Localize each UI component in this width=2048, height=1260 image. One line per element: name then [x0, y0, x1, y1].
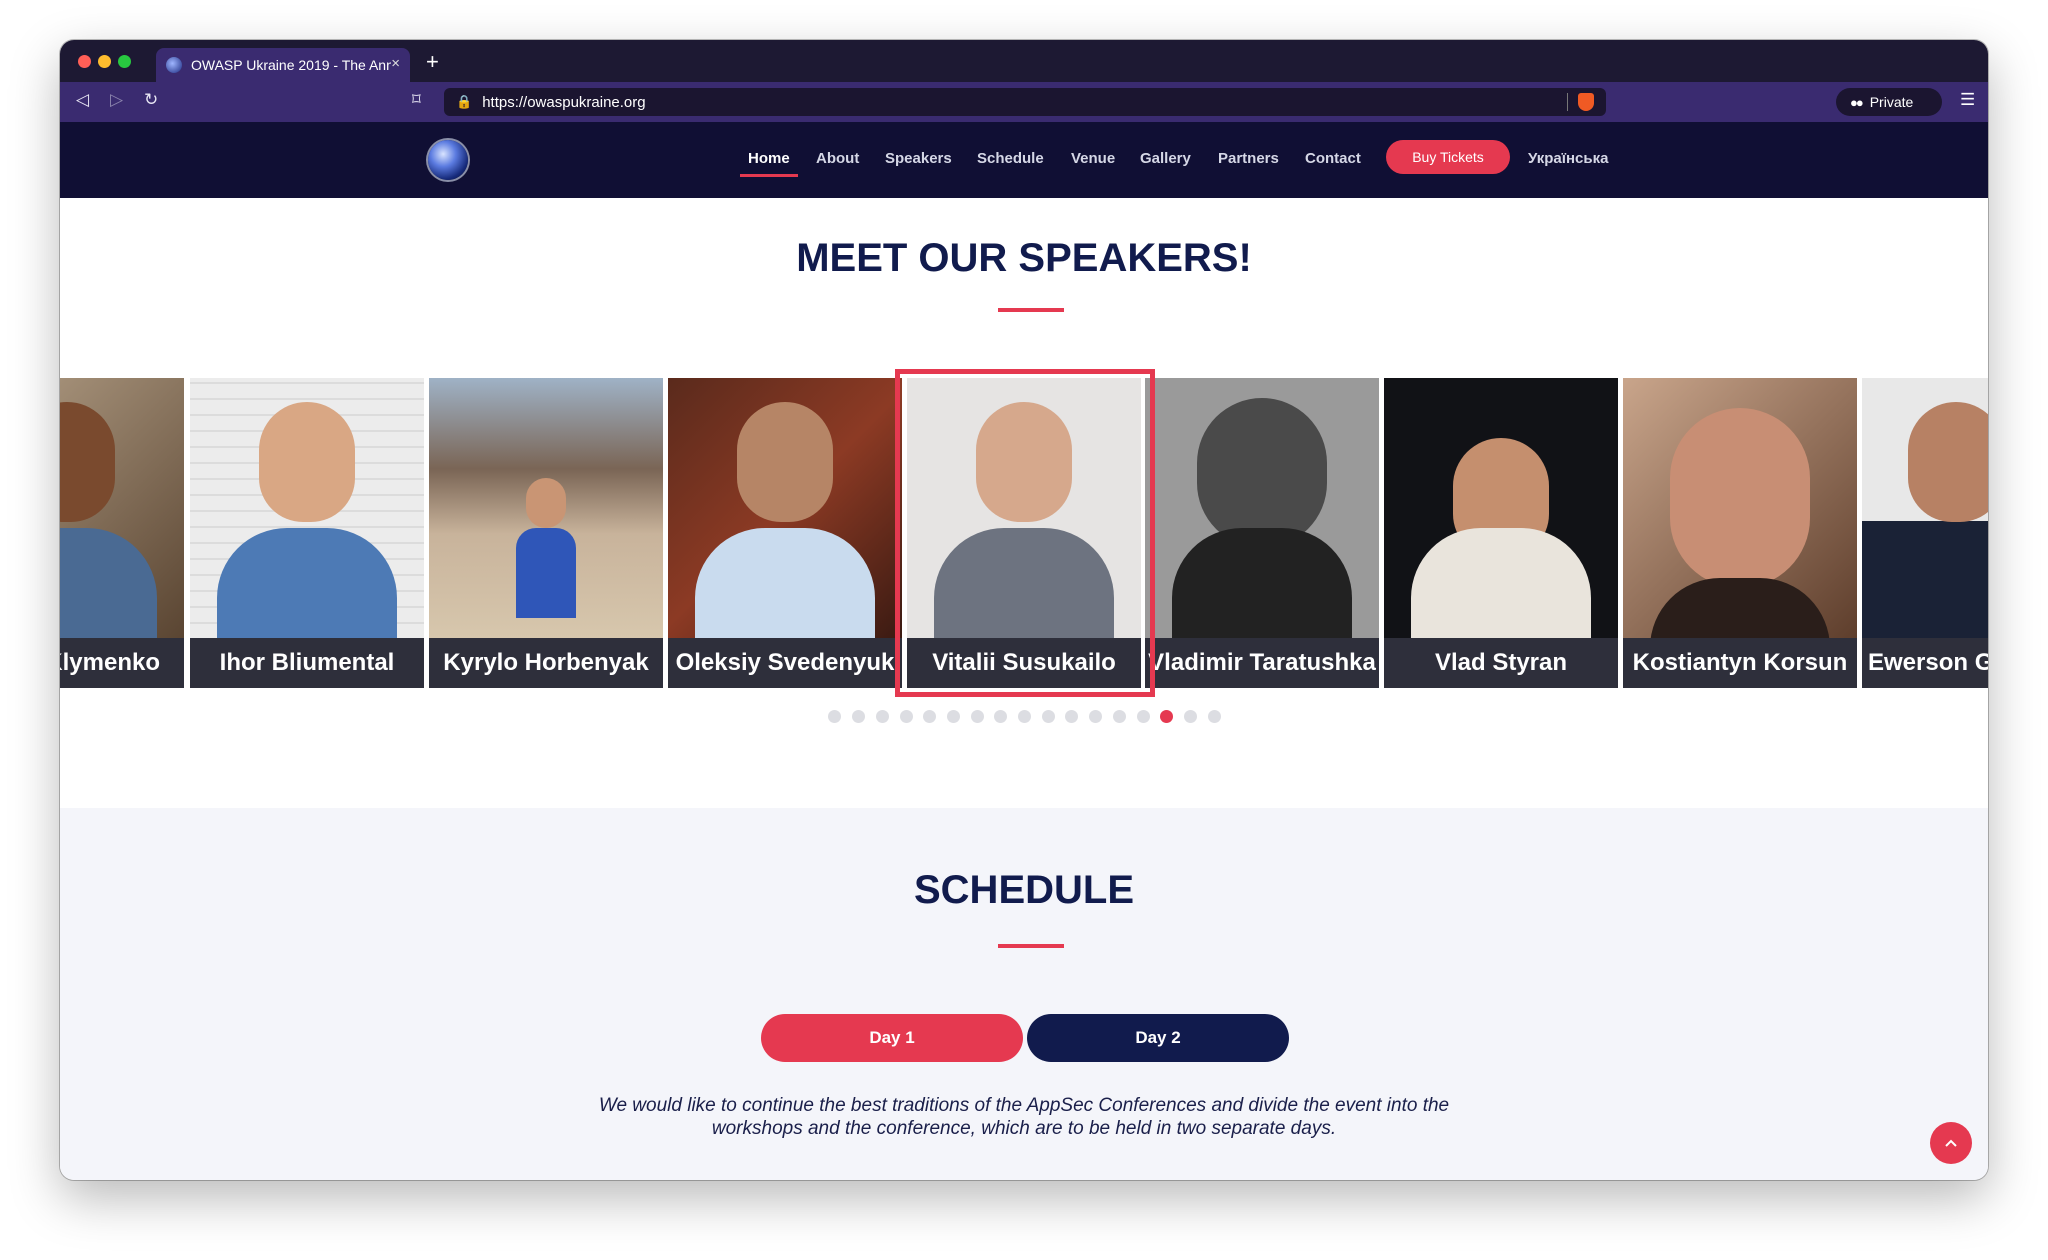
speakers-title: MEET OUR SPEAKERS! — [796, 236, 1252, 280]
speaker-photo — [526, 478, 566, 528]
url-text: https://owaspukraine.org — [482, 93, 646, 111]
bookmark-icon[interactable]: ⌑ — [412, 90, 421, 110]
speaker-name: Vlad Styran — [1384, 638, 1618, 688]
nav-venue[interactable]: Venue — [1071, 150, 1115, 167]
speaker-name: Kyrylo Horbenyak — [429, 638, 663, 688]
schedule-title: SCHEDULE — [913, 868, 1135, 912]
carousel-dot[interactable] — [1136, 710, 1150, 723]
chevron-up-icon — [1945, 1139, 1957, 1147]
schedule-title-underline — [998, 944, 1064, 948]
speaker-name: Ihor Bliumental — [190, 638, 424, 688]
back-icon[interactable]: ◁ — [76, 90, 89, 110]
speaker-card[interactable]: Ihor Bliumental — [190, 378, 424, 688]
carousel-dot[interactable] — [1089, 710, 1103, 723]
tab-close-icon[interactable]: × — [391, 55, 400, 72]
carousel-dot[interactable] — [828, 710, 842, 723]
minimize-window-button[interactable] — [98, 55, 111, 68]
nav-about[interactable]: About — [816, 150, 859, 167]
speaker-photo — [976, 402, 1072, 522]
url-divider — [1567, 93, 1568, 111]
carousel-dot[interactable] — [899, 710, 913, 723]
speaker-card[interactable]: Vlad Styran — [1384, 378, 1618, 688]
carousel-dot-active[interactable] — [1160, 710, 1174, 723]
speaker-name: Ewerson G — [1862, 638, 1988, 688]
private-badge[interactable]: ●● Private — [1836, 88, 1942, 116]
carousel-dot[interactable] — [994, 710, 1008, 723]
browser-toolbar: ◁ ▷ ↻ ⌑ 🔒 https://owaspukraine.org ●● Pr… — [60, 82, 1988, 122]
carousel-dot[interactable] — [875, 710, 889, 723]
address-bar[interactable]: 🔒 https://owaspukraine.org — [444, 88, 1606, 116]
speakers-carousel[interactable]: Klymenko Ihor Bliumental Kyrylo Horbenya… — [60, 378, 1988, 688]
carousel-dot[interactable] — [852, 710, 866, 723]
buy-tickets-button[interactable]: Buy Tickets — [1386, 140, 1510, 174]
speaker-photo — [1670, 408, 1810, 588]
carousel-dot[interactable] — [1041, 710, 1055, 723]
speakers-section: MEET OUR SPEAKERS! Klymenko Ihor Bliumen… — [60, 198, 1988, 808]
carousel-dot[interactable] — [1112, 710, 1126, 723]
schedule-description: We would like to continue the best tradi… — [598, 1095, 1450, 1139]
speakers-title-underline — [998, 308, 1064, 312]
speaker-card[interactable]: Ewerson G — [1862, 378, 1988, 688]
nav-partners[interactable]: Partners — [1218, 150, 1279, 167]
carousel-dot[interactable] — [1065, 710, 1079, 723]
forward-icon[interactable]: ▷ — [110, 90, 123, 110]
reload-icon[interactable]: ↻ — [144, 90, 158, 110]
carousel-dot[interactable] — [946, 710, 960, 723]
scroll-to-top-button[interactable] — [1930, 1122, 1972, 1164]
speaker-card-highlighted[interactable]: Vitalii Susukailo — [907, 378, 1141, 688]
private-label: Private — [1869, 94, 1914, 110]
speaker-photo — [1197, 398, 1327, 548]
speaker-card[interactable]: Kostiantyn Korsun — [1623, 378, 1857, 688]
new-tab-button[interactable]: + — [426, 49, 439, 75]
carousel-dot[interactable] — [1183, 710, 1197, 723]
tab-title: OWASP Ukraine 2019 - The Annual — [191, 57, 391, 73]
brave-shield-icon[interactable] — [1578, 93, 1594, 111]
site-header: Home About Speakers Schedule Venue Galle… — [60, 122, 1988, 198]
tab-bar: OWASP Ukraine 2019 - The Annual × + — [60, 40, 1988, 82]
speaker-name: Oleksiy Svedenyuk — [668, 638, 902, 688]
nav-speakers[interactable]: Speakers — [885, 150, 952, 167]
nav-home[interactable]: Home — [748, 150, 790, 167]
nav-language[interactable]: Українська — [1528, 150, 1608, 167]
browser-tab[interactable]: OWASP Ukraine 2019 - The Annual × — [156, 48, 410, 82]
speaker-card[interactable]: Kyrylo Horbenyak — [429, 378, 663, 688]
zoom-window-button[interactable] — [118, 55, 131, 68]
browser-window: OWASP Ukraine 2019 - The Annual × + ◁ ▷ … — [60, 40, 1988, 1180]
speaker-card[interactable]: Vladimir Taratushka — [1145, 378, 1379, 688]
nav-active-indicator — [740, 174, 798, 177]
speaker-name: Vitalii Susukailo — [907, 638, 1141, 688]
carousel-pagination — [60, 710, 1988, 726]
owasp-favicon-icon — [166, 57, 182, 73]
menu-icon[interactable]: ☰ — [1960, 90, 1975, 110]
carousel-dot[interactable] — [970, 710, 984, 723]
speaker-name: Vladimir Taratushka — [1145, 638, 1379, 688]
schedule-section: SCHEDULE Day 1 Day 2 We would like to co… — [60, 808, 1988, 1180]
carousel-dot[interactable] — [923, 710, 937, 723]
day-1-button[interactable]: Day 1 — [761, 1014, 1023, 1062]
lock-icon: 🔒 — [456, 94, 473, 109]
speaker-name: Kostiantyn Korsun — [1623, 638, 1857, 688]
carousel-dot[interactable] — [1207, 710, 1221, 723]
nav-gallery[interactable]: Gallery — [1140, 150, 1191, 167]
speaker-photo — [737, 402, 833, 522]
nav-schedule[interactable]: Schedule — [977, 150, 1044, 167]
speaker-card[interactable]: Oleksiy Svedenyuk — [668, 378, 902, 688]
nav-contact[interactable]: Contact — [1305, 150, 1361, 167]
speaker-card[interactable]: Klymenko — [60, 378, 184, 688]
close-window-button[interactable] — [78, 55, 91, 68]
carousel-dot[interactable] — [1018, 710, 1031, 723]
owasp-logo[interactable] — [428, 140, 468, 180]
speaker-name: Klymenko — [60, 638, 184, 688]
speaker-photo — [259, 402, 355, 522]
private-glasses-icon: ●● — [1850, 94, 1864, 110]
speaker-photo — [1907, 402, 1988, 522]
day-2-button[interactable]: Day 2 — [1027, 1014, 1289, 1062]
